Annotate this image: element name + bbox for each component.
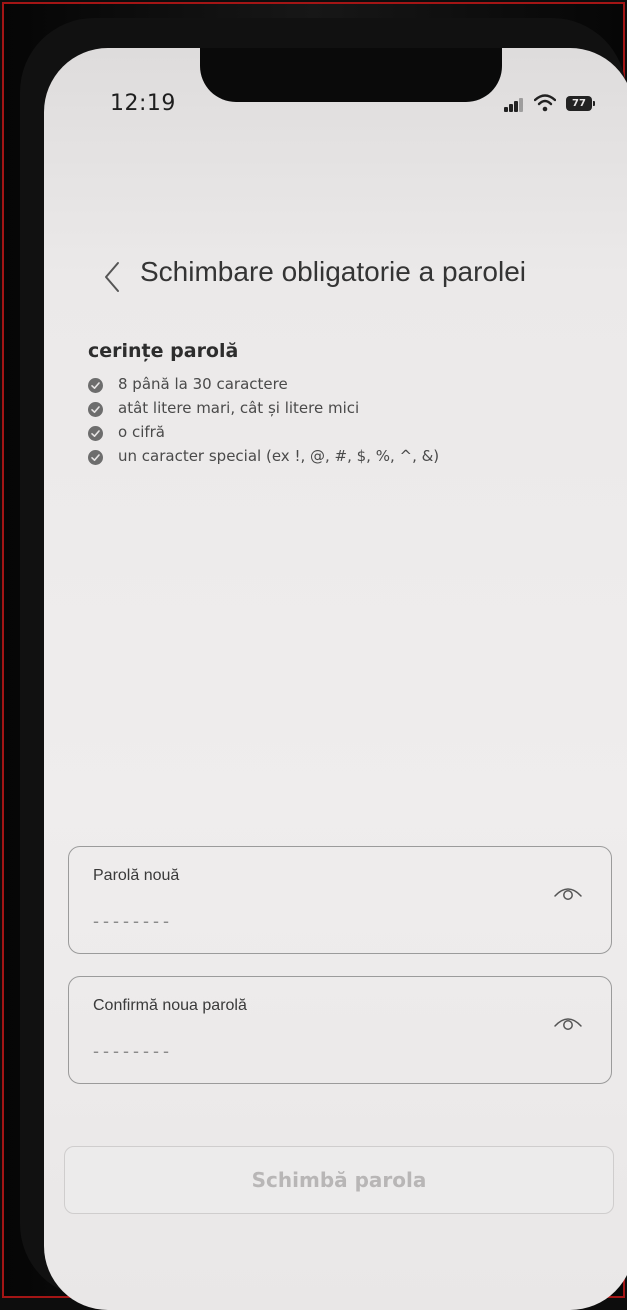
- chevron-left-icon[interactable]: [102, 260, 122, 294]
- new-password-input[interactable]: [93, 907, 513, 935]
- confirm-password-label: Confirmă noua parolă: [93, 997, 247, 1014]
- page-title: Schimbare obligatorie a parolei: [140, 256, 526, 287]
- confirm-password-field[interactable]: Confirmă noua parolă: [68, 976, 612, 1084]
- eye-icon[interactable]: [553, 883, 583, 903]
- phone-screen: 12:19 77 Schimbare obligatorie a parolei: [44, 48, 627, 1310]
- eye-icon[interactable]: [553, 1013, 583, 1033]
- requirement-label: un caracter special (ex !, @, #, $, %, ^…: [118, 447, 440, 465]
- requirement-label: o cifră: [118, 423, 165, 441]
- new-password-field[interactable]: Parolă nouă: [68, 846, 612, 954]
- check-circle-icon: [88, 402, 103, 417]
- change-password-button[interactable]: Schimbă parola: [64, 1146, 614, 1214]
- requirements-title: cerințe parolă: [88, 340, 239, 362]
- photo-frame: 12:19 77 Schimbare obligatorie a parolei: [2, 2, 627, 1310]
- check-circle-icon: [88, 378, 103, 393]
- header: Schimbare obligatorie a parolei: [44, 254, 627, 298]
- signal-icon: [504, 98, 524, 112]
- check-circle-icon: [88, 450, 103, 465]
- battery-icon: 77: [566, 96, 595, 111]
- new-password-label: Parolă nouă: [93, 867, 180, 884]
- camera-notch: [200, 48, 502, 102]
- requirement-label: atât litere mari, cât și litere mici: [118, 399, 360, 417]
- check-circle-icon: [88, 426, 103, 441]
- confirm-password-input[interactable]: [93, 1037, 513, 1065]
- phone-body: 12:19 77 Schimbare obligatorie a parolei: [20, 18, 627, 1310]
- requirement-label: 8 până la 30 caractere: [118, 375, 288, 393]
- wifi-icon: [534, 94, 556, 112]
- status-time: 12:19: [110, 91, 176, 116]
